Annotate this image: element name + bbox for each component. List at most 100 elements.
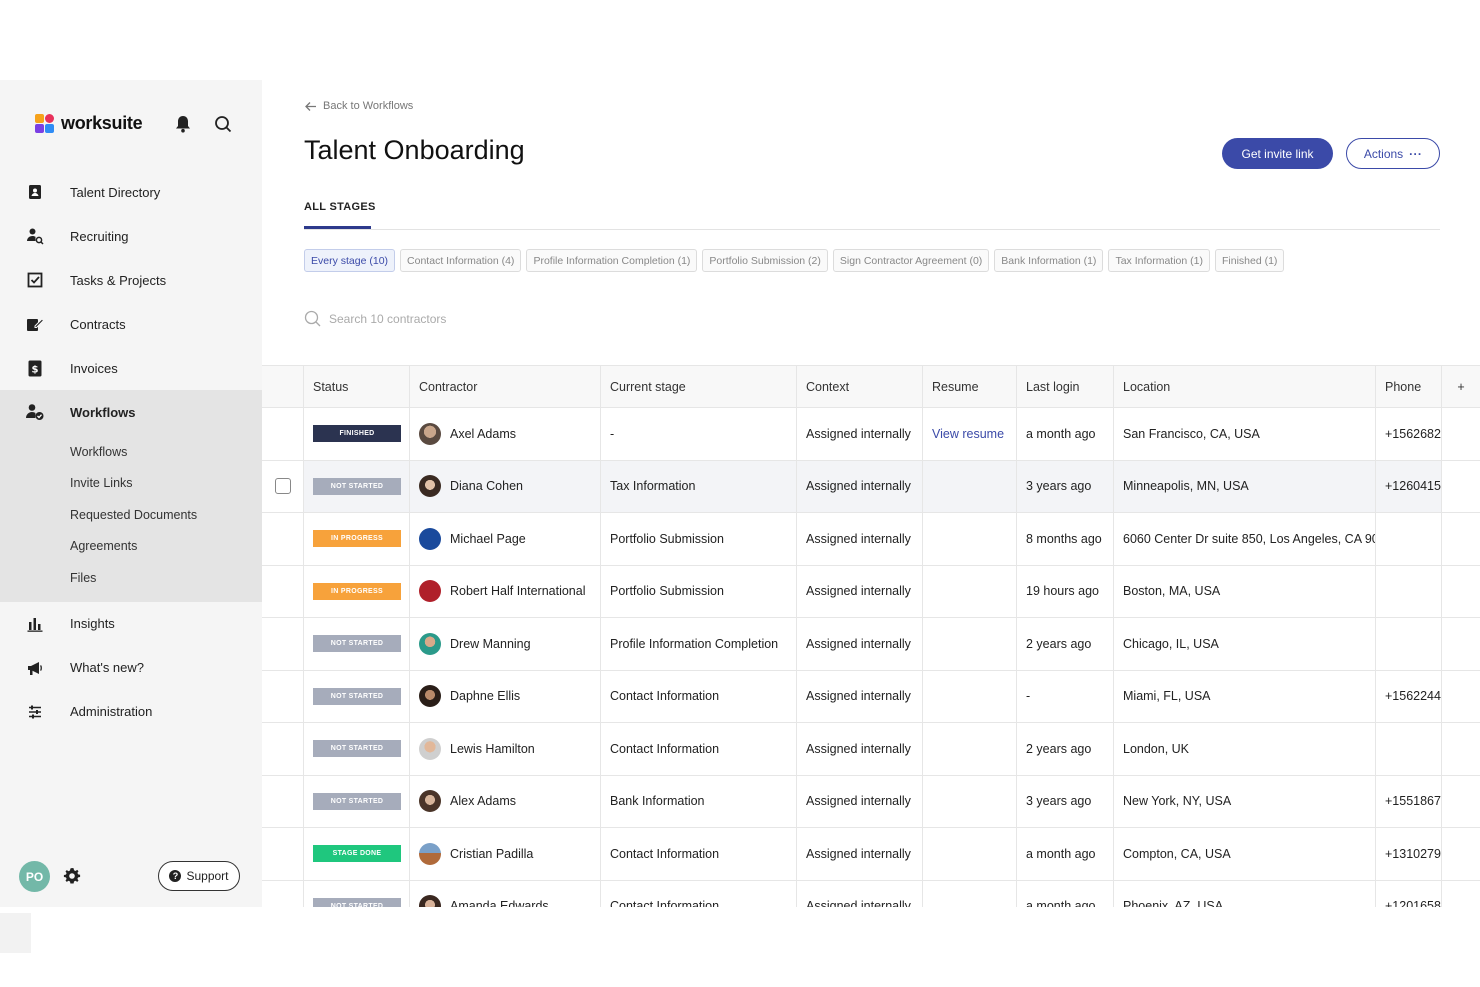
resume-cell [923, 618, 1017, 670]
stage-chip-sign-agreement[interactable]: Sign Contractor Agreement (0) [832, 249, 990, 272]
contractor-cell[interactable]: Axel Adams [410, 408, 601, 460]
stage-chip-tax-information[interactable]: Tax Information (1) [1108, 249, 1210, 272]
table-row[interactable]: NOT STARTED Drew Manning Profile Informati… [262, 618, 1480, 671]
contractor-name[interactable]: Alex Adams [450, 794, 516, 808]
row-spacer [1442, 775, 1480, 827]
context-cell: Assigned internally [797, 723, 923, 775]
avatar [419, 842, 441, 865]
last-login-cell: 3 years ago [1017, 775, 1114, 827]
location-cell: Boston, MA, USA [1114, 565, 1376, 617]
stage-chip-profile-information[interactable]: Profile Information Completion (1) [526, 249, 698, 272]
person-check-icon [25, 402, 45, 422]
last-login-cell: a month ago [1017, 828, 1114, 880]
subnav-requested-documents[interactable]: Requested Documents [0, 499, 262, 531]
table-row[interactable]: NOT STARTED Alex Adams Bank Information Ass… [262, 775, 1480, 828]
nav-item-recruiting[interactable]: Recruiting [0, 214, 262, 258]
contractor-name[interactable]: Amanda Edwards [450, 899, 549, 907]
contractor-cell[interactable]: Amanda Edwards [410, 880, 601, 907]
col-last-login[interactable]: Last login [1017, 366, 1114, 407]
phone-cell: +1201658 [1376, 880, 1442, 907]
contractor-cell[interactable]: Michael Page [410, 513, 601, 565]
view-resume-link[interactable]: View resume [932, 427, 1004, 441]
stage-chip-every-stage[interactable]: Every stage (10) [304, 249, 396, 272]
search-icon[interactable] [212, 113, 234, 135]
stage-chip-portfolio-submission[interactable]: Portfolio Submission (2) [702, 249, 828, 272]
search-bar[interactable]: Search 10 contractors [304, 310, 446, 327]
nav-item-talent-directory[interactable]: Talent Directory [0, 170, 262, 214]
table-row[interactable]: STAGE DONE Cristian Padilla Contact Inform… [262, 828, 1480, 881]
contractor-cell[interactable]: Daphne Ellis [410, 670, 601, 722]
back-link[interactable]: Back to Workflows [304, 100, 413, 112]
contractor-name[interactable]: Drew Manning [450, 637, 531, 651]
avatar [419, 422, 441, 445]
nav-item-whats-new[interactable]: What's new? [0, 646, 262, 690]
contractors-table: Status Contractor Current stage Context … [262, 365, 1480, 907]
col-current-stage[interactable]: Current stage [601, 366, 797, 407]
gear-icon[interactable] [62, 866, 82, 886]
table-row[interactable]: NOT STARTED Amanda Edwards Contact Informa… [262, 880, 1480, 907]
col-location[interactable]: Location [1114, 366, 1376, 407]
resume-cell [923, 565, 1017, 617]
user-avatar[interactable]: PO [19, 861, 50, 892]
contractor-cell[interactable]: Drew Manning [410, 618, 601, 670]
phone-cell [1376, 513, 1442, 565]
contractor-cell[interactable]: Diana Cohen [410, 460, 601, 512]
nav-item-insights[interactable]: Insights [0, 602, 262, 646]
col-resume[interactable]: Resume [923, 366, 1017, 407]
row-checkbox[interactable] [274, 478, 291, 495]
status-cell: IN PROGRESS [304, 513, 410, 565]
table-row[interactable]: NOT STARTED Diana Cohen Tax Information Ass… [262, 460, 1480, 513]
last-login-cell: 3 years ago [1017, 460, 1114, 512]
add-column-icon[interactable]: + [1442, 366, 1480, 407]
col-contractor[interactable]: Contractor [410, 366, 601, 407]
contractor-name[interactable]: Diana Cohen [450, 479, 523, 493]
contractor-name[interactable]: Lewis Hamilton [450, 742, 535, 756]
nav-item-administration[interactable]: Administration [0, 690, 262, 734]
subnav-files[interactable]: Files [0, 562, 262, 594]
contractor-name[interactable]: Axel Adams [450, 427, 516, 441]
page-title: Talent Onboarding [304, 135, 525, 165]
subnav-workflows[interactable]: Workflows [0, 436, 262, 468]
col-context[interactable]: Context [797, 366, 923, 407]
contractor-name[interactable]: Michael Page [450, 532, 526, 546]
stage-chip-bank-information[interactable]: Bank Information (1) [994, 249, 1104, 272]
row-spacer [1442, 460, 1480, 512]
col-phone[interactable]: Phone [1376, 366, 1442, 407]
table-row[interactable]: NOT STARTED Daphne Ellis Contact Informati… [262, 670, 1480, 723]
context-cell: Assigned internally [797, 618, 923, 670]
contractor-name[interactable]: Daphne Ellis [450, 689, 520, 703]
bell-icon[interactable] [172, 113, 194, 135]
contractor-cell[interactable]: Alex Adams [410, 775, 601, 827]
get-invite-link-button[interactable]: Get invite link [1222, 138, 1333, 169]
last-login-cell: - [1017, 670, 1114, 722]
contractor-name[interactable]: Cristian Padilla [450, 847, 533, 861]
row-spacer [1442, 880, 1480, 907]
stage-chip-finished[interactable]: Finished (1) [1214, 249, 1285, 272]
table-row[interactable]: IN PROGRESS Michael Page Portfolio Submiss… [262, 513, 1480, 566]
contractor-cell[interactable]: Cristian Padilla [410, 828, 601, 880]
table-row[interactable]: NOT STARTED Lewis Hamilton Contact Informa… [262, 723, 1480, 776]
nav-item-tasks-projects[interactable]: Tasks & Projects [0, 258, 262, 302]
support-button[interactable]: ? Support [158, 861, 240, 891]
bar-chart-icon [25, 614, 45, 634]
nav-item-contracts[interactable]: Contracts [0, 302, 262, 346]
resume-cell[interactable]: View resume [923, 408, 1017, 460]
contractor-cell[interactable]: Lewis Hamilton [410, 723, 601, 775]
search-input[interactable]: Search 10 contractors [329, 312, 446, 326]
invoice-dollar-icon: $ [25, 358, 45, 378]
table-row[interactable]: IN PROGRESS Robert Half International Port… [262, 565, 1480, 618]
status-badge: NOT STARTED [313, 792, 401, 810]
worksuite-logo[interactable]: worksuite [35, 113, 143, 134]
subnav-agreements[interactable]: Agreements [0, 531, 262, 563]
actions-button[interactable]: Actions ... [1346, 138, 1440, 169]
col-status[interactable]: Status [304, 366, 410, 407]
stage-chip-contact-information[interactable]: Contact Information (4) [400, 249, 522, 272]
contractor-name[interactable]: Robert Half International [450, 584, 586, 598]
status-cell: NOT STARTED [304, 775, 410, 827]
contractor-cell[interactable]: Robert Half International [410, 565, 601, 617]
tab-all-stages[interactable]: ALL STAGES [304, 201, 376, 213]
nav-item-invoices[interactable]: $ Invoices [0, 346, 262, 390]
nav-item-workflows[interactable]: Workflows [0, 390, 262, 434]
subnav-invite-links[interactable]: Invite Links [0, 468, 262, 500]
table-row[interactable]: FINISHED Axel Adams - Assigned internally Vi… [262, 408, 1480, 461]
